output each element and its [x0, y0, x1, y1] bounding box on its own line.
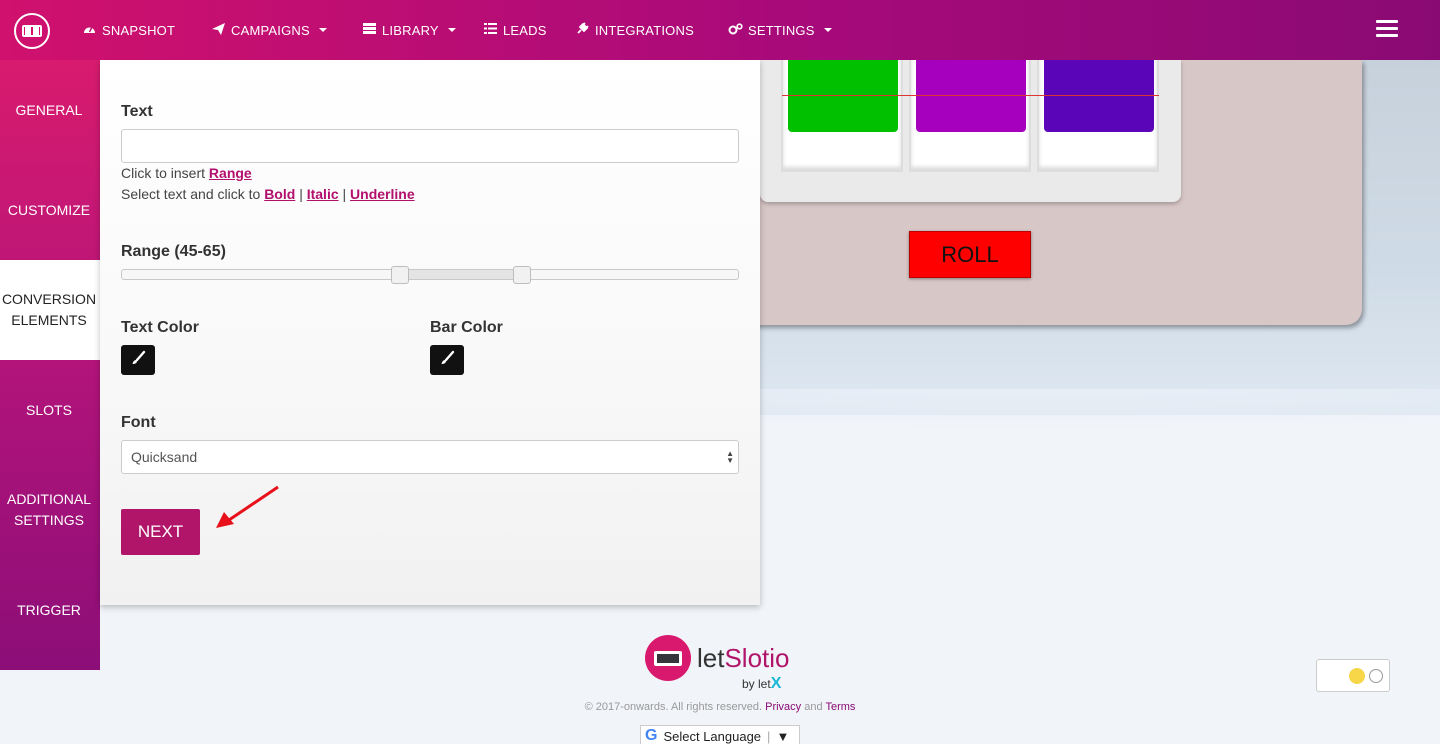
sidebar-item-trigger[interactable]: TRIGGER — [0, 560, 100, 660]
range-slider[interactable] — [121, 266, 739, 284]
payline — [782, 95, 1159, 96]
underline-link[interactable]: Underline — [350, 186, 415, 202]
nav-library[interactable]: LIBRARY — [362, 0, 456, 60]
by-letx: by letX — [742, 675, 781, 693]
plug-icon — [575, 22, 589, 38]
chevron-down-icon — [318, 28, 327, 32]
separator: | — [299, 186, 303, 202]
range-selection — [400, 270, 523, 279]
list-icon — [483, 23, 497, 37]
letslotio-logo-icon — [645, 635, 691, 681]
reel-3 — [1037, 60, 1159, 172]
roll-button[interactable]: ROLL — [909, 231, 1031, 278]
send-icon — [211, 22, 225, 38]
dropdown-arrow-icon: ▼ — [776, 728, 790, 744]
emoji-reaction-widget[interactable] — [1316, 659, 1390, 692]
brand-let: let — [697, 643, 725, 673]
insert-hint: Click to insert Range — [121, 165, 252, 181]
sidebar-item-customize[interactable]: CUSTOMIZE — [0, 160, 100, 260]
letx-x: X — [770, 675, 782, 692]
reel-tile-2 — [916, 60, 1026, 132]
select-arrows-icon: ▲ ▼ — [726, 449, 734, 465]
text-color-label: Text Color — [121, 319, 199, 336]
language-selector[interactable]: G Select Language | ▼ — [640, 725, 800, 744]
nav-integrations-label: INTEGRATIONS — [595, 22, 694, 38]
sidebar-item-general[interactable]: GENERAL — [0, 60, 100, 160]
text-color-picker[interactable] — [121, 345, 155, 375]
text-label: Text — [121, 103, 153, 120]
sidebar-item-slots[interactable]: SLOTS — [0, 360, 100, 460]
nav-leads[interactable]: LEADS — [483, 0, 547, 60]
nav-campaigns-label: CAMPAIGNS — [231, 22, 310, 38]
sidebar-item-additional-settings[interactable]: ADDITIONAL SETTINGS — [0, 460, 100, 560]
terms-link[interactable]: Terms — [825, 701, 855, 713]
text-input[interactable] — [121, 129, 739, 163]
nav-snapshot-label: SNAPSHOT — [102, 22, 176, 38]
emoji-icon — [1349, 667, 1365, 684]
divider: | — [767, 728, 771, 744]
italic-link[interactable]: Italic — [307, 186, 339, 202]
cogs-icon — [728, 22, 743, 38]
reel-1 — [781, 60, 903, 172]
red-arrow-annotation — [216, 485, 279, 528]
library-icon — [362, 23, 376, 37]
bold-link[interactable]: Bold — [264, 186, 295, 202]
font-select[interactable]: Quicksand ▲ ▼ — [121, 440, 739, 474]
copyright-text: © 2017-onwards. All rights reserved. — [584, 701, 763, 713]
conversion-elements-panel: Text Click to insert Range Select text a… — [100, 60, 760, 605]
sidebar-item-conversion-elements[interactable]: CONVERSION ELEMENTS — [0, 260, 100, 360]
nav-library-label: LIBRARY — [382, 22, 439, 38]
paintbrush-icon — [130, 350, 146, 370]
separator: | — [342, 186, 347, 202]
nav-settings-label: SETTINGS — [748, 22, 815, 38]
next-button[interactable]: NEXT — [121, 509, 200, 555]
reel-tile-3 — [1044, 60, 1154, 132]
range-min-handle[interactable] — [391, 266, 409, 284]
insert-hint-text: Click to insert — [121, 165, 206, 181]
smiley-icon — [1369, 668, 1383, 683]
chevron-down-icon — [823, 28, 832, 32]
language-label: Select Language — [663, 728, 762, 744]
chevron-down-icon — [447, 28, 456, 32]
and-text: and — [804, 701, 823, 713]
range-label: Range (45-65) — [121, 243, 226, 260]
range-max-handle[interactable] — [513, 266, 531, 284]
brand-name: letSlotio — [697, 643, 790, 674]
nav-campaigns[interactable]: CAMPAIGNS — [211, 0, 327, 60]
dashboard-icon — [82, 23, 96, 37]
nav-leads-label: LEADS — [503, 22, 547, 38]
sidebar: GENERAL CUSTOMIZE CONVERSION ELEMENTS SL… — [0, 60, 100, 670]
bar-color-label: Bar Color — [430, 319, 503, 336]
footer-logo[interactable]: letSlotio by letX — [645, 635, 805, 695]
format-hint-text: Select text and click to — [121, 186, 261, 202]
font-label: Font — [121, 414, 156, 431]
nav-settings[interactable]: SETTINGS — [728, 0, 832, 60]
menu-icon[interactable] — [1376, 20, 1398, 38]
privacy-link[interactable]: Privacy — [765, 701, 801, 713]
nav-snapshot[interactable]: SNAPSHOT — [82, 0, 175, 60]
font-select-value: Quicksand — [131, 449, 198, 465]
nav-integrations[interactable]: INTEGRATIONS — [575, 0, 694, 60]
reel-2 — [909, 60, 1031, 172]
copyright-line: © 2017-onwards. All rights reserved. Pri… — [0, 701, 1440, 713]
by-text: by let — [742, 677, 771, 691]
paintbrush-icon — [439, 350, 455, 370]
brand-slotio: Slotio — [724, 643, 790, 673]
insert-range-link[interactable]: Range — [209, 165, 252, 181]
google-icon: G — [645, 727, 658, 744]
top-navbar: SNAPSHOT CAMPAIGNS LIBRARY LEADS INTEGRA… — [0, 0, 1440, 60]
reel-tile-1 — [788, 60, 898, 132]
app-logo[interactable] — [14, 13, 50, 49]
bar-color-picker[interactable] — [430, 345, 464, 375]
format-hint: Select text and click to Bold | Italic |… — [121, 186, 415, 202]
